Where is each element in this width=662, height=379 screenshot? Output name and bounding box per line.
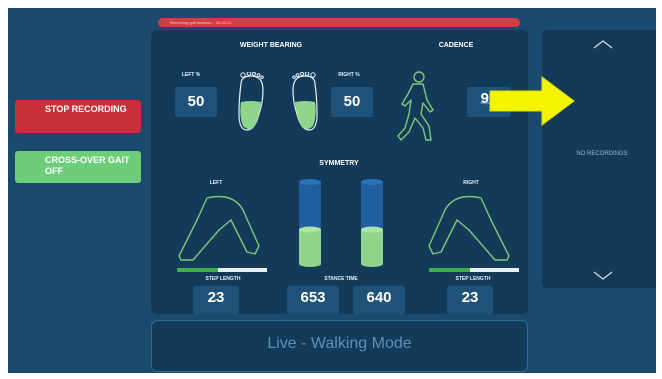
walking-person-icon (397, 71, 434, 141)
recording-status-bar: Recording gait analysis... 00:00:12 (158, 18, 520, 27)
mode-banner: Live - Walking Mode (151, 320, 528, 372)
symmetry-left-fill (299, 229, 321, 264)
stance-time-label: STANCE TIME (324, 276, 358, 282)
symmetry-right-level-top (361, 226, 383, 233)
chevron-up-icon[interactable] (592, 38, 614, 50)
left-foot-icon (238, 72, 264, 131)
symmetry-right-fill (361, 229, 383, 264)
symmetry-left-cylinder (299, 179, 321, 267)
right-step-length-box: 23 in (447, 286, 493, 314)
cross-over-gait-button[interactable]: CROSS-OVER GAIT OFF (15, 151, 141, 183)
symmetry-right-cylinder (361, 179, 383, 267)
right-percent-value: 50 (331, 87, 373, 117)
right-step-bar (429, 268, 519, 272)
left-stance-time-unit: ms (310, 297, 316, 302)
recordings-panel: NO RECORDINGS (542, 30, 656, 288)
recording-status-text: Recording gait analysis... 00:00:12 (170, 20, 232, 25)
left-step-bar-fill (177, 268, 218, 272)
arrow-right-icon (489, 76, 575, 126)
left-percent-value: 50 (175, 87, 217, 117)
symmetry-chart (299, 179, 383, 267)
stop-recording-button[interactable]: STOP RECORDING (15, 100, 141, 133)
gait-app-screen: Recording gait analysis... 00:00:12 STOP… (8, 8, 656, 373)
gait-metrics-panel: WEIGHT BEARING LEFT % 50 RIGHT % 50 CADE… (151, 30, 528, 314)
right-leg-icon (428, 195, 510, 261)
right-stance-time-box: 640 ms (353, 286, 405, 314)
foot-pressure-icon (238, 72, 318, 131)
right-step-length-unit: in (468, 297, 472, 302)
left-stance-time-box: 653 ms (287, 286, 339, 314)
right-step-length-label: STEP LENGTH (455, 276, 491, 282)
right-stance-time-unit: ms (376, 297, 382, 302)
left-leg-icon (178, 195, 260, 261)
right-percent-label: RIGHT % (338, 72, 360, 78)
no-recordings-text: NO RECORDINGS (576, 151, 628, 157)
right-foot-icon (292, 72, 318, 131)
symmetry-left-level-top (299, 226, 321, 233)
cadence-title: CADENCE (438, 42, 474, 49)
left-percent-label: LEFT % (181, 72, 201, 78)
left-step-length-box: 23 in (193, 286, 239, 314)
left-step-length-unit: in (214, 297, 218, 302)
right-leg-label: RIGHT (463, 180, 479, 186)
left-leg-label: LEFT (209, 180, 223, 186)
left-step-bar (177, 268, 267, 272)
weight-bearing-title: WEIGHT BEARING (239, 42, 303, 49)
symmetry-title: SYMMETRY (319, 160, 359, 167)
right-step-bar-fill (429, 268, 470, 272)
left-step-length-label: STEP LENGTH (205, 276, 241, 282)
mode-text: Live - Walking Mode (267, 335, 412, 352)
chevron-down-icon[interactable] (592, 270, 614, 282)
